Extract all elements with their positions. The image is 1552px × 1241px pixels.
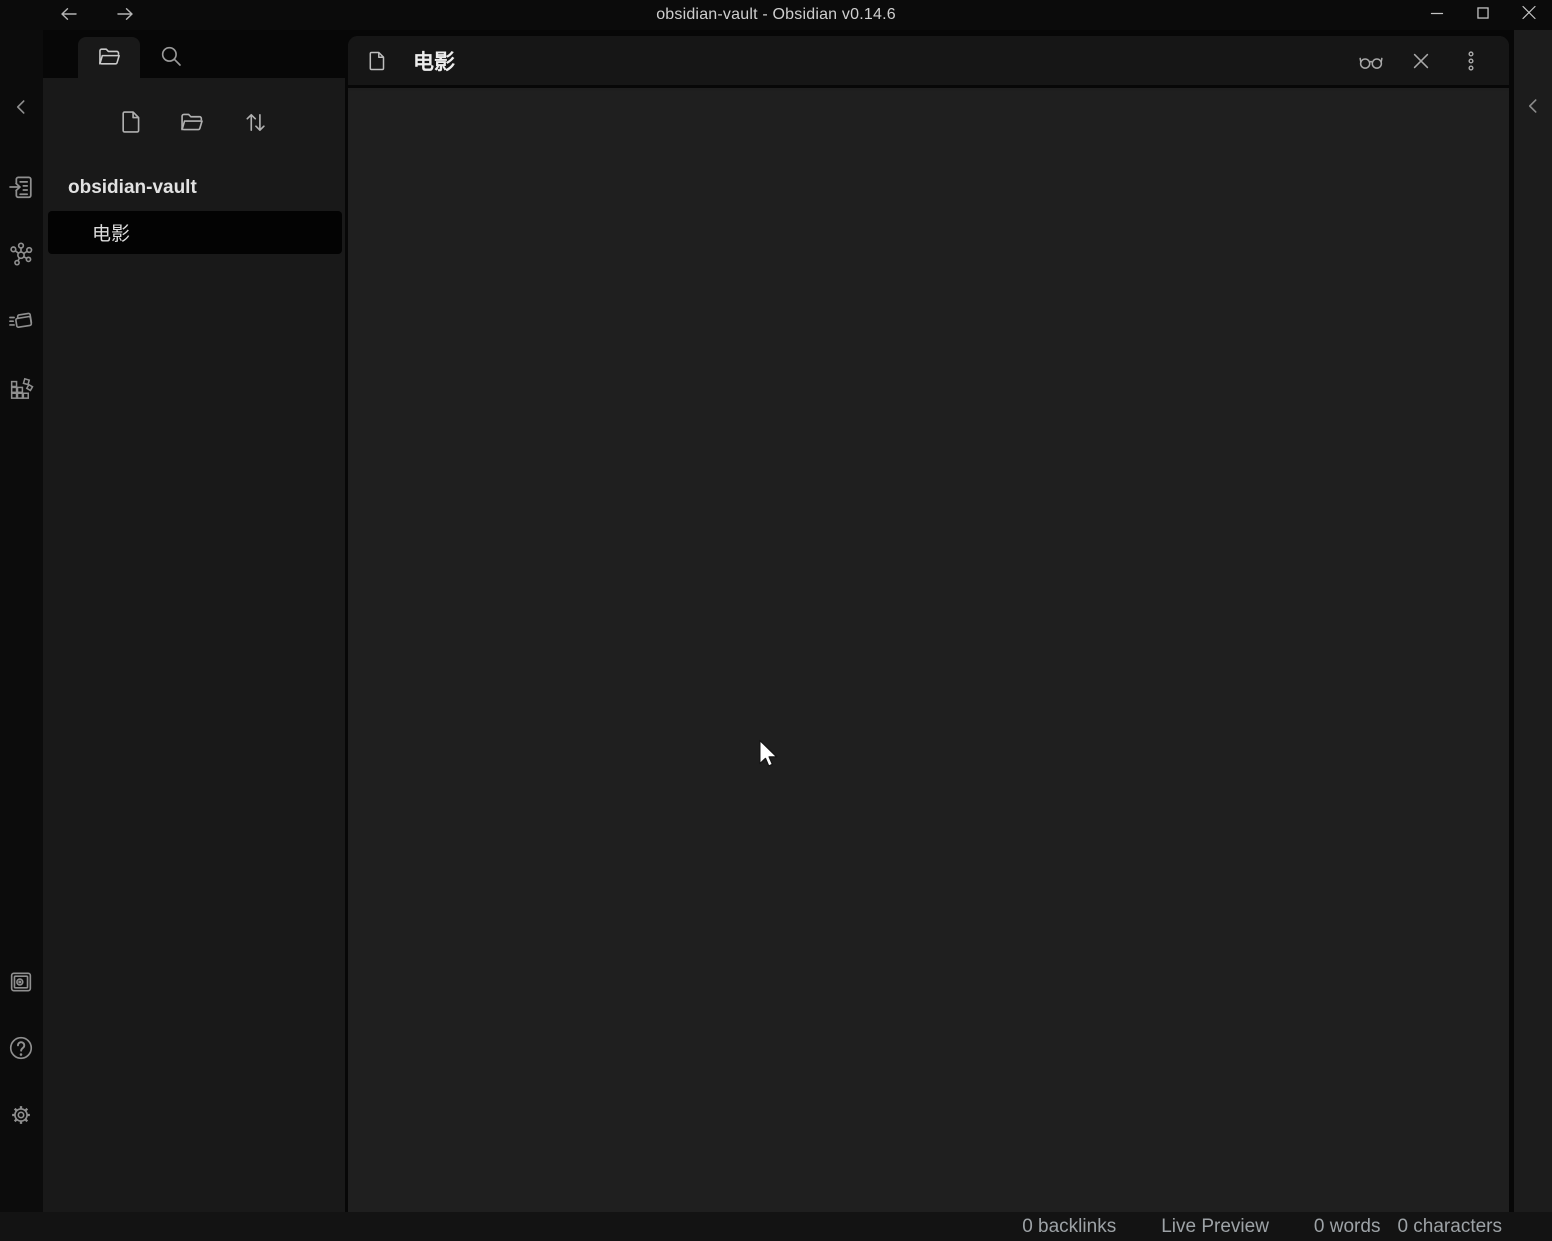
quick-switcher-button[interactable]	[6, 172, 36, 202]
help-button[interactable]	[6, 1033, 36, 1063]
maximize-icon	[1472, 2, 1494, 27]
minimize-button[interactable]	[1422, 0, 1452, 28]
gear-icon	[7, 1101, 35, 1129]
help-icon	[7, 1034, 35, 1062]
note-title: 电影	[413, 46, 455, 76]
left-ribbon	[0, 30, 43, 1212]
new-note-button[interactable]	[114, 105, 148, 139]
close-icon	[1517, 1, 1541, 28]
collapse-left-sidebar-button[interactable]	[6, 92, 36, 122]
tab-search[interactable]	[145, 37, 197, 78]
search-icon	[158, 43, 184, 72]
window-controls	[1422, 0, 1544, 28]
main-area: 电影	[345, 30, 1512, 1212]
titlebar: obsidian-vault - Obsidian v0.14.6	[0, 0, 1552, 30]
graph-view-icon	[7, 240, 35, 268]
open-vault-button[interactable]	[6, 967, 36, 997]
minimize-icon	[1426, 2, 1448, 27]
status-bar: 0 backlinks Live Preview 0 words 0 chara…	[0, 1212, 1552, 1241]
sort-order-icon	[241, 108, 269, 136]
editor-content[interactable]	[348, 91, 1509, 1212]
quick-switcher-icon	[7, 173, 35, 201]
grid-blocks-button[interactable]	[6, 373, 36, 403]
chevron-left-icon	[8, 94, 34, 120]
close-tab-button[interactable]	[1405, 45, 1437, 77]
folder-icon	[96, 43, 123, 73]
new-note-icon	[117, 108, 145, 136]
graph-view-button[interactable]	[6, 239, 36, 269]
reading-view-glasses-icon	[1357, 47, 1385, 75]
grid-blocks-icon	[7, 374, 35, 402]
sidebar-tabstrip	[43, 30, 345, 78]
new-folder-icon	[178, 108, 206, 136]
kebab-menu-icon	[1458, 48, 1484, 74]
maximize-button[interactable]	[1468, 0, 1498, 28]
right-sidebar-strip	[1512, 30, 1552, 1212]
header-actions	[1355, 45, 1487, 77]
more-options-button[interactable]	[1455, 45, 1487, 77]
settings-button[interactable]	[6, 1100, 36, 1130]
command-palette-icon	[7, 307, 35, 335]
file-name: 电影	[92, 219, 130, 246]
vault-icon	[7, 968, 35, 996]
new-folder-button[interactable]	[175, 105, 209, 139]
editor-mode-toggle[interactable]: Live Preview	[1161, 1216, 1269, 1238]
sort-order-button[interactable]	[238, 105, 272, 139]
window-title: obsidian-vault - Obsidian v0.14.6	[0, 0, 1552, 30]
word-count: 0 words	[1314, 1216, 1381, 1238]
obsidian-window: obsidian-vault - Obsidian v0.14.6	[0, 0, 1552, 1241]
view-header: 电影	[348, 36, 1509, 88]
file-row-selected[interactable]: 电影	[48, 211, 342, 254]
reading-view-button[interactable]	[1355, 45, 1387, 77]
editor-pane: 电影	[348, 36, 1509, 1212]
document-icon	[365, 49, 389, 73]
close-icon	[1407, 47, 1435, 75]
close-window-button[interactable]	[1514, 0, 1544, 28]
character-count: 0 characters	[1397, 1216, 1502, 1238]
command-palette-button[interactable]	[6, 306, 36, 336]
chevron-left-icon	[1520, 93, 1546, 119]
backlinks-count[interactable]: 0 backlinks	[1022, 1216, 1116, 1238]
file-explorer-pane: obsidian-vault 电影	[43, 78, 345, 1212]
tab-file-explorer[interactable]	[78, 37, 140, 78]
vault-name[interactable]: obsidian-vault	[68, 177, 318, 199]
expand-right-sidebar-button[interactable]	[1518, 91, 1548, 121]
left-sidebar: obsidian-vault 电影	[43, 30, 345, 1212]
